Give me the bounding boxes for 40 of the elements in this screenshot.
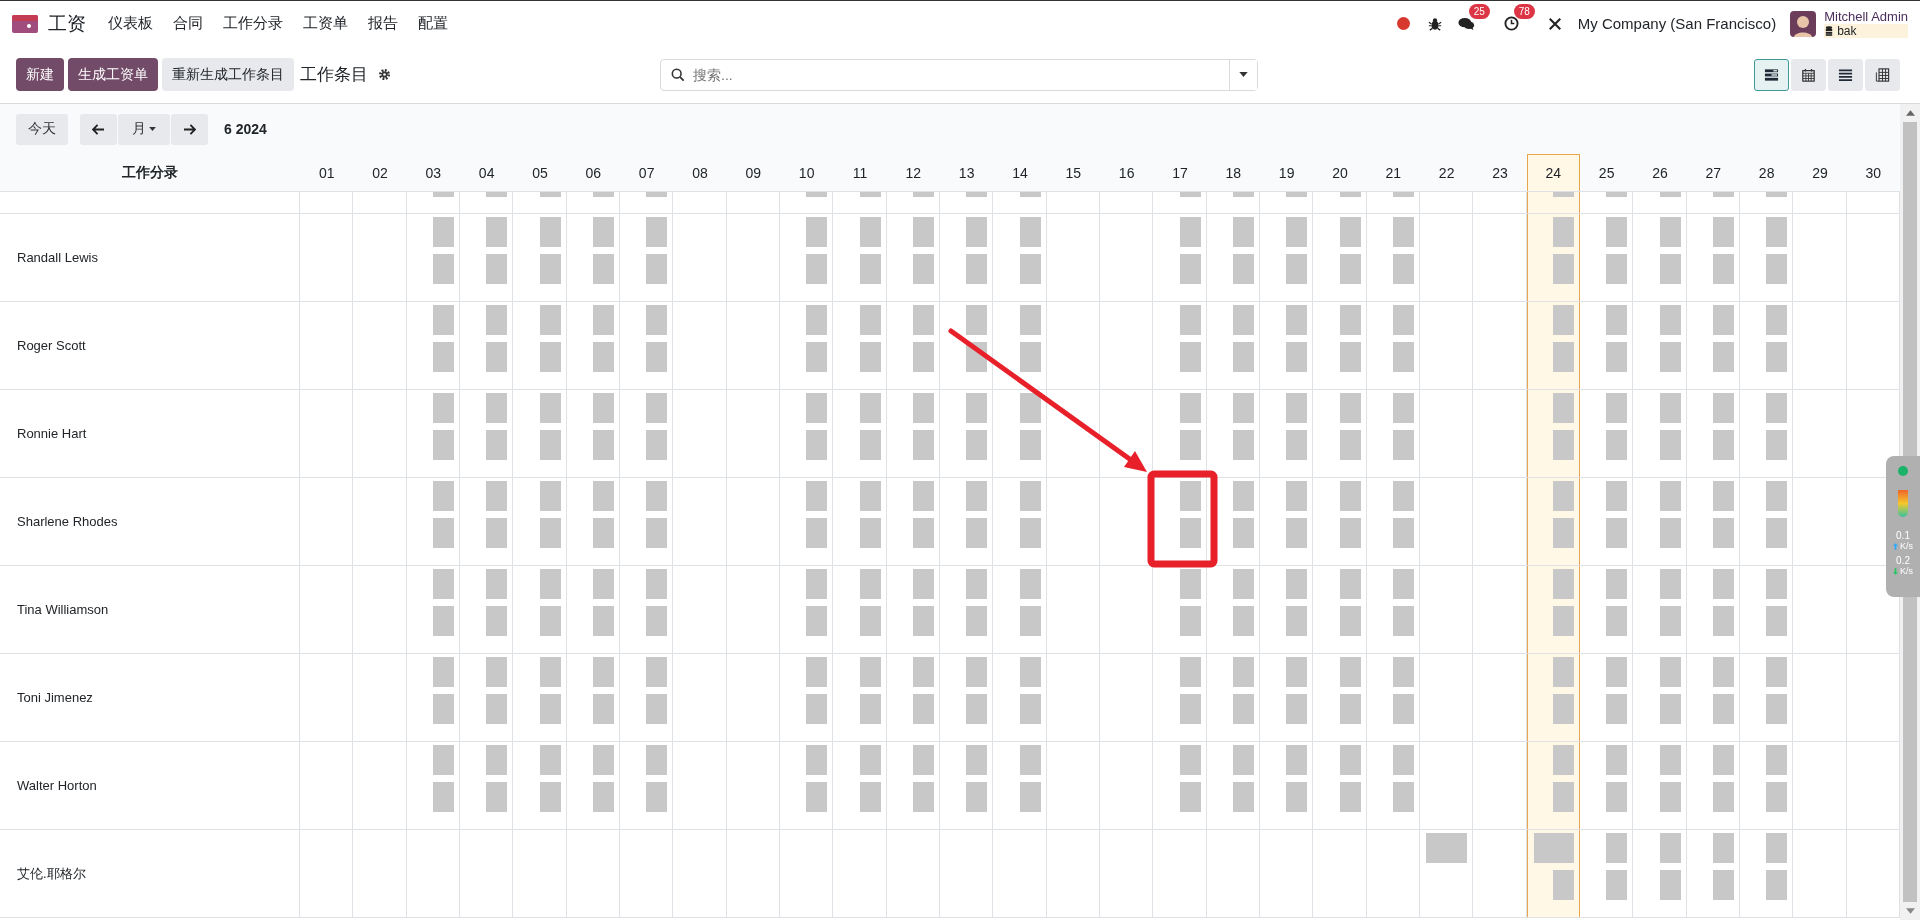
view-title: 工作条目 bbox=[300, 64, 368, 86]
day-header: 30 bbox=[1864, 163, 1883, 183]
day-header: 22 bbox=[1437, 163, 1456, 183]
day-header: 28 bbox=[1757, 163, 1776, 183]
day-header: 12 bbox=[904, 163, 923, 183]
day-header: 25 bbox=[1597, 163, 1616, 183]
day-header: 26 bbox=[1651, 163, 1669, 183]
period-label: 6 2024 bbox=[224, 121, 267, 137]
upload-unit: K/s bbox=[1893, 541, 1913, 552]
day-header: 29 bbox=[1811, 163, 1829, 183]
day-header: 01 bbox=[317, 163, 336, 183]
day-header: 04 bbox=[477, 163, 496, 183]
database-name: bak bbox=[1837, 24, 1857, 38]
upload-speed: 0.1 bbox=[1896, 531, 1910, 541]
day-header: 05 bbox=[531, 163, 549, 183]
day-header: 09 bbox=[744, 163, 763, 183]
day-header: 16 bbox=[1117, 163, 1136, 183]
day-header: 07 bbox=[637, 163, 656, 183]
day-header: 13 bbox=[957, 163, 976, 183]
day-header: 06 bbox=[584, 163, 603, 183]
day-header: 14 bbox=[1011, 163, 1029, 183]
day-header: 20 bbox=[1331, 163, 1349, 183]
day-header: 02 bbox=[371, 163, 389, 183]
day-header: 24 bbox=[1526, 154, 1580, 191]
day-header: 03 bbox=[424, 163, 443, 183]
download-unit: K/s bbox=[1893, 566, 1913, 577]
day-header: 08 bbox=[691, 163, 709, 183]
day-header: 23 bbox=[1491, 163, 1509, 183]
day-header: 11 bbox=[851, 163, 869, 183]
message-count-badge: 25 bbox=[1468, 4, 1490, 19]
day-header: 18 bbox=[1224, 163, 1243, 183]
day-header: 19 bbox=[1277, 163, 1296, 183]
day-header: 17 bbox=[1171, 163, 1189, 183]
day-header: 21 bbox=[1384, 163, 1403, 183]
day-header: 15 bbox=[1064, 163, 1083, 183]
column-header: 工作分录 bbox=[122, 163, 178, 182]
day-header: 27 bbox=[1704, 163, 1723, 183]
activity-count-badge: 78 bbox=[1513, 4, 1535, 19]
download-speed: 0.2 bbox=[1896, 556, 1910, 566]
day-header: 10 bbox=[797, 163, 816, 183]
